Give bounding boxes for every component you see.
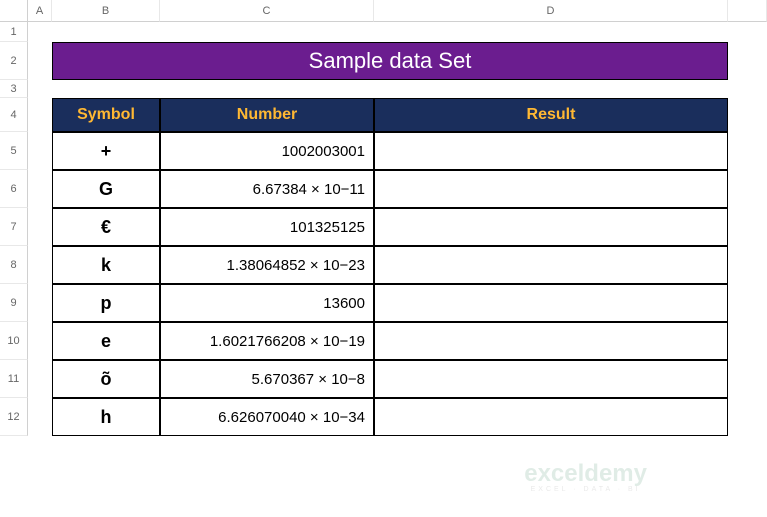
cell-a6[interactable] (28, 170, 52, 208)
table-row[interactable] (374, 322, 728, 360)
table-row[interactable]: 101325125 (160, 208, 374, 246)
row-header-8[interactable]: 8 (0, 246, 28, 284)
col-header-a[interactable]: A (28, 0, 52, 22)
watermark-subtitle: EXCEL · DATA · BI (524, 486, 647, 493)
table-row[interactable]: G (52, 170, 160, 208)
table-row[interactable]: 1.6021766208 × 10−19 (160, 322, 374, 360)
cell-e12[interactable] (728, 398, 767, 436)
col-header-c[interactable]: C (160, 0, 374, 22)
cell-d3[interactable] (374, 80, 728, 98)
cell-e3[interactable] (728, 80, 767, 98)
row-header-10[interactable]: 10 (0, 322, 28, 360)
table-row[interactable]: 5.670367 × 10−8 (160, 360, 374, 398)
table-row[interactable]: p (52, 284, 160, 322)
row-header-4[interactable]: 4 (0, 98, 28, 132)
table-row[interactable] (374, 398, 728, 436)
table-row[interactable]: 1002003001 (160, 132, 374, 170)
cell-a9[interactable] (28, 284, 52, 322)
cell-e11[interactable] (728, 360, 767, 398)
row-header-11[interactable]: 11 (0, 360, 28, 398)
cell-c3[interactable] (160, 80, 374, 98)
row-header-2[interactable]: 2 (0, 42, 28, 80)
table-row[interactable]: € (52, 208, 160, 246)
table-row[interactable] (374, 132, 728, 170)
cell-a7[interactable] (28, 208, 52, 246)
table-row[interactable] (374, 246, 728, 284)
table-row[interactable]: 13600 (160, 284, 374, 322)
cell-a8[interactable] (28, 246, 52, 284)
cell-d1[interactable] (374, 22, 728, 42)
cell-e7[interactable] (728, 208, 767, 246)
col-header-e[interactable] (728, 0, 767, 22)
cell-e6[interactable] (728, 170, 767, 208)
table-row[interactable] (374, 360, 728, 398)
table-row[interactable]: õ (52, 360, 160, 398)
table-row[interactable]: 1.38064852 × 10−23 (160, 246, 374, 284)
table-row[interactable]: 6.67384 × 10−11 (160, 170, 374, 208)
row-header-6[interactable]: 6 (0, 170, 28, 208)
cell-b3[interactable] (52, 80, 160, 98)
table-row[interactable]: + (52, 132, 160, 170)
table-row[interactable]: h (52, 398, 160, 436)
header-number[interactable]: Number (160, 98, 374, 132)
col-header-d[interactable]: D (374, 0, 728, 22)
spreadsheet-grid: A B C D 1 2 Sample data Set 3 4 Symbol N… (0, 0, 767, 436)
cell-a11[interactable] (28, 360, 52, 398)
table-row[interactable] (374, 208, 728, 246)
row-header-5[interactable]: 5 (0, 132, 28, 170)
cell-a12[interactable] (28, 398, 52, 436)
table-row[interactable]: k (52, 246, 160, 284)
cell-a4[interactable] (28, 98, 52, 132)
cell-a10[interactable] (28, 322, 52, 360)
cell-e5[interactable] (728, 132, 767, 170)
table-row[interactable] (374, 284, 728, 322)
col-header-b[interactable]: B (52, 0, 160, 22)
table-row[interactable] (374, 170, 728, 208)
cell-c1[interactable] (160, 22, 374, 42)
row-header-1[interactable]: 1 (0, 22, 28, 42)
cell-a1[interactable] (28, 22, 52, 42)
cell-a5[interactable] (28, 132, 52, 170)
header-result[interactable]: Result (374, 98, 728, 132)
cell-e8[interactable] (728, 246, 767, 284)
cell-e1[interactable] (728, 22, 767, 42)
header-symbol[interactable]: Symbol (52, 98, 160, 132)
cell-a2[interactable] (28, 42, 52, 80)
watermark: exceldemy EXCEL · DATA · BI (524, 460, 647, 493)
title-banner[interactable]: Sample data Set (52, 42, 728, 80)
row-header-3[interactable]: 3 (0, 80, 28, 98)
row-header-9[interactable]: 9 (0, 284, 28, 322)
cell-e10[interactable] (728, 322, 767, 360)
cell-e4[interactable] (728, 98, 767, 132)
table-row[interactable]: e (52, 322, 160, 360)
table-row[interactable]: 6.626070040 × 10−34 (160, 398, 374, 436)
grid-corner (0, 0, 28, 22)
cell-a3[interactable] (28, 80, 52, 98)
cell-b1[interactable] (52, 22, 160, 42)
row-header-12[interactable]: 12 (0, 398, 28, 436)
cell-e9[interactable] (728, 284, 767, 322)
row-header-7[interactable]: 7 (0, 208, 28, 246)
cell-e2[interactable] (728, 42, 767, 80)
watermark-title: exceldemy (524, 460, 647, 488)
